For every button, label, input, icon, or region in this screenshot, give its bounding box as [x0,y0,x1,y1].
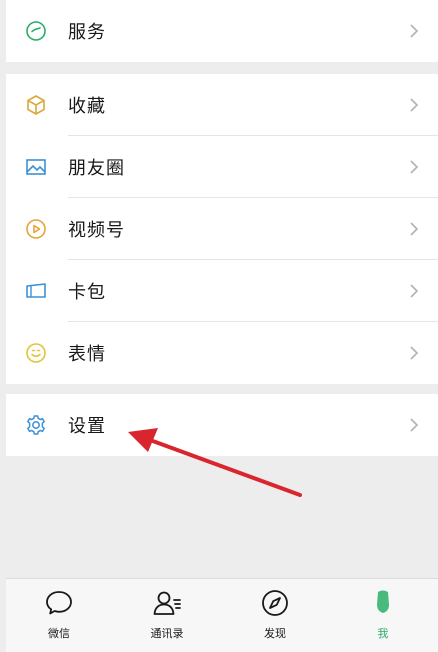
tab-label: 我 [377,627,389,640]
chevron-right-icon [408,282,420,300]
chevron-right-icon [408,158,420,176]
chevron-right-icon [408,416,420,434]
menu-item-label: 卡包 [68,282,106,303]
menu-item-label: 设置 [68,416,106,437]
chevron-right-icon [408,22,420,40]
stickers-smiley-icon [24,341,48,365]
tab-me[interactable]: 我 [343,587,423,647]
services-icon [24,19,48,43]
services-group: 服务 [6,0,438,62]
menu-item-channels[interactable]: 视频号 [6,198,438,260]
menu-item-label: 视频号 [68,220,125,241]
tab-label: 发现 [264,627,286,640]
chevron-right-icon [408,96,420,114]
menu-item-settings[interactable]: 设置 [6,394,438,456]
settings-group: 设置 [6,394,438,456]
features-group: 收藏 朋友圈 视频号 卡包 表情 [6,74,438,384]
menu-item-label: 朋友圈 [68,158,125,179]
tab-discover[interactable]: 发现 [235,587,315,647]
favorites-cube-icon [24,93,48,117]
cards-icon [24,279,48,303]
contacts-icon [153,591,181,615]
tab-chats[interactable]: 微信 [19,587,99,647]
chevron-right-icon [408,220,420,238]
bottom-tab-bar: 微信 通讯录 发现 我 [6,578,438,652]
channels-play-icon [24,217,48,241]
me-person-icon [377,590,389,613]
compass-icon [262,590,288,616]
gear-icon [24,413,48,437]
moments-image-icon [24,155,48,179]
menu-item-stickers[interactable]: 表情 [6,322,438,384]
tab-label: 微信 [48,627,70,640]
tab-contacts[interactable]: 通讯录 [127,587,207,647]
menu-item-moments[interactable]: 朋友圈 [6,136,438,198]
menu-item-favorites[interactable]: 收藏 [6,74,438,136]
menu-item-label: 收藏 [68,96,106,117]
menu-item-services[interactable]: 服务 [6,0,438,62]
tab-label: 通讯录 [150,627,184,640]
chevron-right-icon [408,344,420,362]
menu-item-label: 表情 [68,344,106,365]
menu-item-label: 服务 [68,22,106,43]
chat-bubble-icon [46,591,72,615]
menu-item-cards[interactable]: 卡包 [6,260,438,322]
